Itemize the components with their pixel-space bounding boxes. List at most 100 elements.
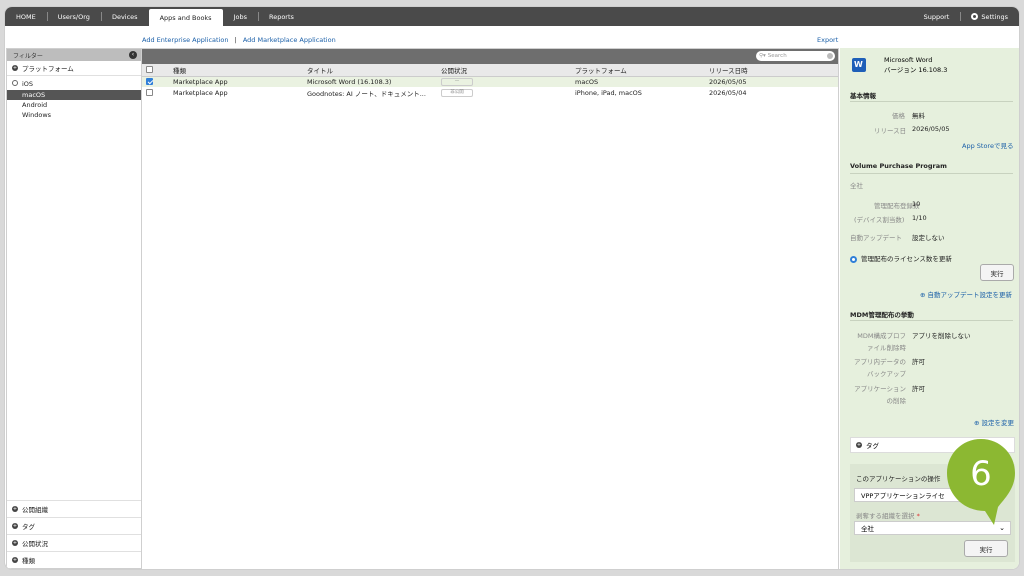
- filter-section-label: 公開状況: [22, 540, 48, 548]
- column-header-status[interactable]: 公開状況: [437, 64, 571, 77]
- column-header-title[interactable]: タイトル: [303, 64, 437, 77]
- nav-users-org[interactable]: Users/Org: [46, 7, 101, 26]
- select-all-cell: [142, 64, 169, 77]
- nav-jobs[interactable]: Jobs: [223, 7, 258, 26]
- device-assign-value: 1/10: [912, 214, 927, 222]
- price-value: 無料: [912, 112, 925, 120]
- add-enterprise-link[interactable]: Add Enterprise Application: [142, 36, 228, 44]
- cell-date: 2026/05/04: [709, 88, 747, 97]
- add-marketplace-link[interactable]: Add Marketplace Application: [243, 36, 336, 44]
- column-header-platform[interactable]: プラットフォーム: [571, 64, 705, 77]
- filter-bottom-sections: + 公開組織 + タグ + 公開状況 + 種類: [7, 500, 141, 568]
- nav-devices[interactable]: Devices: [100, 7, 149, 26]
- table-row[interactable]: Marketplace App Goodnotes: AI ノート、ドキュメント…: [142, 87, 838, 98]
- step-callout: 6: [947, 439, 1015, 525]
- filter-section-label: 種類: [22, 557, 35, 565]
- column-header-type[interactable]: 種類: [169, 64, 303, 77]
- tree-item-macos[interactable]: macOS: [7, 90, 141, 100]
- nav-home[interactable]: HOME: [5, 7, 47, 26]
- operations-title: このアプリケーションの操作: [856, 475, 941, 483]
- table-row[interactable]: Marketplace App Microsoft Word (16.108.3…: [142, 76, 838, 87]
- nav-reports[interactable]: Reports: [257, 7, 305, 26]
- column-header-release-date[interactable]: リリース日時: [705, 64, 838, 77]
- nav-apps-and-books[interactable]: Apps and Books: [148, 9, 223, 26]
- mdm-key-2: アプリ内データの バックアップ: [850, 356, 906, 380]
- nav-settings-label: Settings: [981, 12, 1008, 21]
- search-placeholder: Search: [767, 53, 787, 59]
- cell-title: Goodnotes: AI ノート、ドキュメント...: [307, 89, 426, 98]
- tree-item-ios[interactable]: iOS: [7, 78, 141, 90]
- operations-run-button[interactable]: 実行: [964, 540, 1008, 557]
- plus-icon: +: [12, 506, 18, 512]
- gear-icon: [971, 13, 979, 20]
- action-links: Add Enterprise Application | Add Marketp…: [142, 36, 336, 44]
- tag-label: タグ: [866, 442, 879, 450]
- required-mark: *: [916, 512, 920, 520]
- auto-update-value: 設定しない: [912, 234, 945, 242]
- update-license-radio[interactable]: 管理配布のライセンス数を更新: [850, 253, 952, 263]
- mdm-key-3b: の削除: [886, 397, 907, 405]
- org-select-label: 剥奪する組織を選択 *: [856, 510, 920, 520]
- mdm-value-3: 許可: [912, 385, 925, 393]
- filter-header: フィルター ‹: [7, 49, 141, 61]
- price-label: 価格: [892, 110, 905, 120]
- search-input[interactable]: ⚲▾ Search: [756, 51, 835, 61]
- org-label-text: 剥奪する組織を選択: [856, 512, 915, 520]
- filter-section-label: 公開組織: [22, 506, 48, 514]
- mdm-key-2b: バックアップ: [867, 370, 906, 378]
- nav-support[interactable]: Support: [913, 7, 961, 26]
- row-checkbox[interactable]: [146, 78, 153, 86]
- filter-sidebar: フィルター ‹ + プラットフォーム iOS macOS Android Win…: [6, 48, 142, 569]
- cell-type: Marketplace App: [173, 88, 228, 97]
- release-key: リリース日: [874, 127, 907, 135]
- row-checkbox[interactable]: [146, 89, 153, 96]
- radio-selected-icon: [850, 255, 857, 263]
- export-link[interactable]: Export: [817, 36, 838, 44]
- auto-update-settings-link[interactable]: ⊕ 自動アップデート設定を更新: [920, 289, 1012, 299]
- cell-type: Marketplace App: [169, 76, 303, 87]
- tree-item-windows[interactable]: Windows: [7, 110, 141, 120]
- app-window: HOME Users/Org Devices Apps and Books Jo…: [4, 6, 1020, 570]
- list-toolbar: ⚲▾ Search: [142, 49, 838, 64]
- app-name: Microsoft Word: [884, 56, 933, 64]
- vpp-title: Volume Purchase Program: [850, 162, 947, 170]
- mdm-value-2: 許可: [912, 358, 925, 366]
- cell-platform: macOS: [571, 76, 705, 87]
- divider: [850, 173, 1013, 174]
- price-key: 価格: [892, 112, 905, 120]
- change-settings-link[interactable]: ⊕ 設定を変更: [974, 417, 1014, 427]
- table-header-row: 種類 タイトル 公開状況 プラットフォーム リリース日時: [142, 64, 838, 77]
- managed-count-value: 10: [912, 200, 921, 208]
- auto-update-link-label: 自動アップデート設定を更新: [927, 291, 1013, 299]
- plus-icon: +: [12, 557, 18, 563]
- filter-section-tag[interactable]: + タグ: [7, 517, 141, 534]
- cell-title: Microsoft Word (16.108.3): [303, 76, 437, 87]
- filter-section-label: タグ: [22, 523, 35, 531]
- filter-section-platform[interactable]: + プラットフォーム: [7, 61, 141, 76]
- word-app-icon: [852, 58, 866, 72]
- nav-settings[interactable]: Settings: [960, 7, 1019, 26]
- filter-section-status[interactable]: + 公開状況: [7, 534, 141, 551]
- link-separator: |: [234, 36, 237, 44]
- cell-date: 2026/05/05: [705, 76, 838, 87]
- row-checkbox-cell: [142, 87, 169, 98]
- clear-icon[interactable]: [827, 53, 833, 59]
- row-checkbox-cell: [142, 76, 169, 87]
- appstore-link[interactable]: App Storeで見る: [962, 140, 1013, 150]
- mdm-key-1: MDM構成プロフ ァイル削除時: [854, 330, 906, 354]
- collapse-icon[interactable]: ‹: [129, 51, 137, 59]
- tree-item-android[interactable]: Android: [7, 100, 141, 110]
- filter-section-kind[interactable]: + 種類: [7, 551, 141, 568]
- app-table: 種類 タイトル 公開状況 プラットフォーム リリース日時 Marketplace…: [142, 64, 838, 98]
- cell-platform: iPhone, iPad, macOS: [575, 88, 642, 97]
- mdm-key-3a: アプリケーション: [854, 385, 906, 393]
- app-version: バージョン 16.108.3: [884, 66, 948, 74]
- device-assign-key: (デバイス割当数): [854, 216, 905, 224]
- filter-section-org[interactable]: + 公開組織: [7, 500, 141, 517]
- app-list-panel: ⚲▾ Search 種類 タイトル 公開状況 プラットフォーム リリース日時 M…: [142, 48, 839, 569]
- cell-status: —: [437, 76, 571, 87]
- plus-icon: +: [856, 442, 862, 448]
- select-all-checkbox[interactable]: [146, 66, 153, 74]
- search-icon: ⚲▾: [759, 53, 766, 59]
- run-license-update-button[interactable]: 実行: [980, 264, 1014, 281]
